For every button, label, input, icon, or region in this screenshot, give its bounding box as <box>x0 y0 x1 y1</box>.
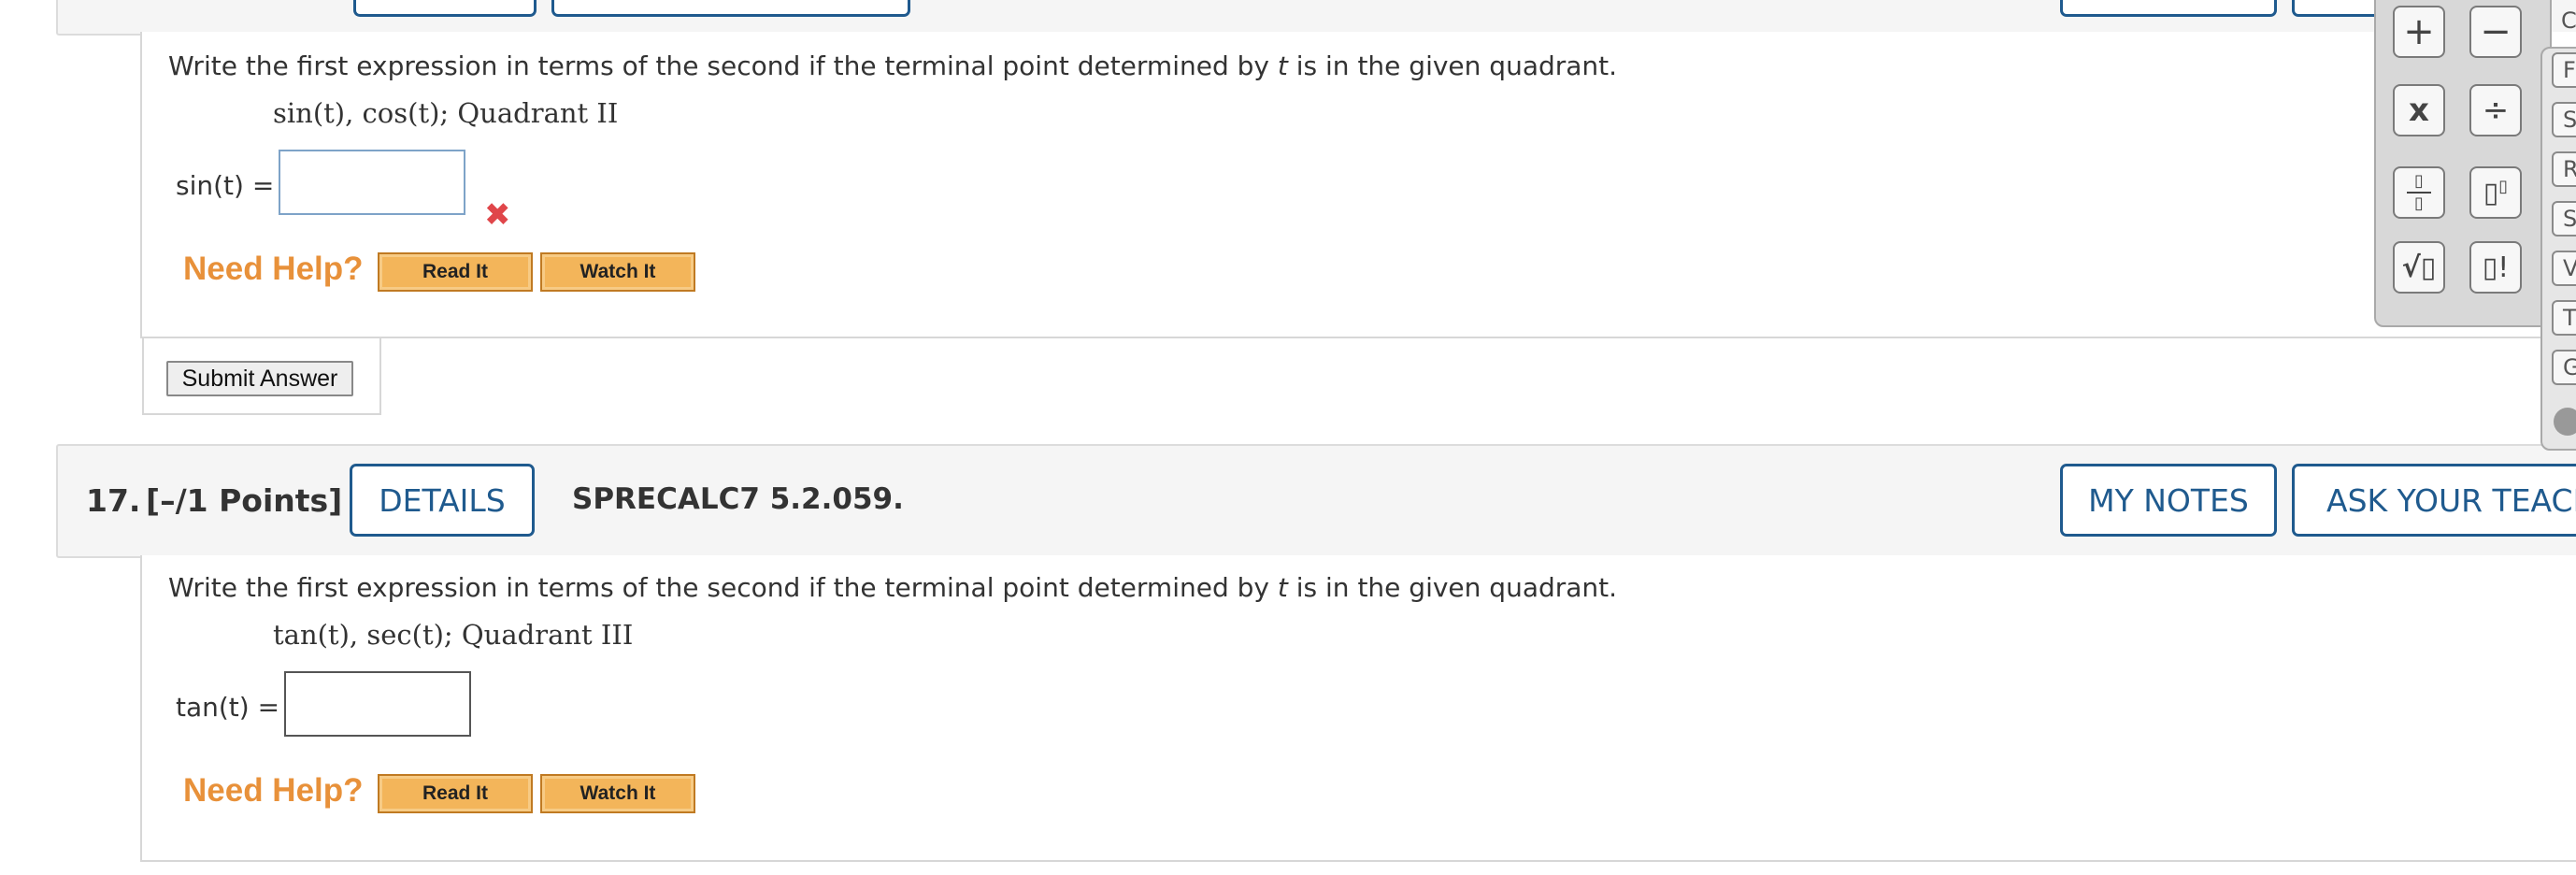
read-it-button-16[interactable]: Read It <box>378 252 533 292</box>
my-notes-button-17[interactable]: MY NOTES <box>2060 464 2277 537</box>
divide-key[interactable]: ÷ <box>2469 84 2522 136</box>
need-help-label-16: Need Help? <box>183 251 364 287</box>
answer-label-17: tan(t) = <box>176 692 280 723</box>
question-text-pre: Write the first expression in terms of t… <box>168 572 1278 603</box>
watch-it-button-16[interactable]: Watch It <box>540 252 695 292</box>
question-16-expression: sin(t), cos(t); Quadrant II <box>273 97 619 129</box>
minus-key[interactable]: − <box>2469 6 2522 58</box>
details-button-16[interactable] <box>353 0 537 17</box>
math-palette: + − x ÷ ▯ ▯ ▯▯ √▯ ▯! <box>2374 0 2552 327</box>
factorial-key[interactable]: ▯! <box>2469 241 2522 294</box>
question-variable: t <box>1277 572 1288 603</box>
question-16-text: Write the first expression in terms of t… <box>168 50 1617 81</box>
times-key[interactable]: x <box>2393 84 2445 136</box>
side-tab-g[interactable]: G <box>2552 350 2576 385</box>
question-code: SPRECALC7 5.2.059. <box>572 482 904 516</box>
question-17-text: Write the first expression in terms of t… <box>168 572 1617 603</box>
side-tab-c[interactable]: C <box>2561 7 2576 34</box>
submit-answer-button[interactable]: Submit Answer <box>166 361 353 396</box>
read-it-button-17[interactable]: Read It <box>378 774 533 813</box>
question-points: [–/1 Points] <box>146 482 343 519</box>
answer-input-17[interactable] <box>284 671 471 737</box>
question-code-button-16[interactable] <box>551 0 910 17</box>
side-tab-f[interactable]: F <box>2552 52 2576 88</box>
question-variable: t <box>1277 50 1288 81</box>
side-toolbar: F S R S V T G <box>2540 47 2576 451</box>
panel-edge <box>378 337 2527 338</box>
side-tab-r[interactable]: R <box>2552 151 2576 187</box>
answer-label-16: sin(t) = <box>176 170 275 201</box>
question-text-pre: Write the first expression in terms of t… <box>168 50 1278 81</box>
question-text-post: is in the given quadrant. <box>1287 572 1618 603</box>
fraction-denominator-icon: ▯ <box>2414 194 2424 213</box>
question-17-expression: tan(t), sec(t); Quadrant III <box>273 619 634 651</box>
plus-key[interactable]: + <box>2393 6 2445 58</box>
need-help-label-17: Need Help? <box>183 772 364 809</box>
side-tab-s2[interactable]: S <box>2552 201 2576 237</box>
exponent-key[interactable]: ▯▯ <box>2469 166 2522 219</box>
details-button-17[interactable]: DETAILS <box>350 464 535 537</box>
question-number: 17. <box>86 482 141 519</box>
side-tab-t[interactable]: T <box>2552 300 2576 336</box>
exponent-icon: ▯▯ <box>2483 176 2509 209</box>
fraction-key[interactable]: ▯ ▯ <box>2393 166 2445 219</box>
sqrt-key[interactable]: √▯ <box>2393 241 2445 294</box>
side-tab-s1[interactable]: S <box>2552 102 2576 137</box>
watch-it-button-17[interactable]: Watch It <box>540 774 695 813</box>
ask-teacher-button-17[interactable]: ASK YOUR TEACH <box>2292 464 2576 537</box>
question-text-post: is in the given quadrant. <box>1287 50 1618 81</box>
answer-input-16[interactable] <box>279 150 465 215</box>
side-tab-v[interactable]: V <box>2552 251 2576 286</box>
fraction-icon: ▯ <box>2414 171 2424 191</box>
help-circle-icon[interactable] <box>2554 408 2576 436</box>
incorrect-icon: ✖ <box>484 196 511 234</box>
my-notes-button-16[interactable] <box>2060 0 2277 17</box>
